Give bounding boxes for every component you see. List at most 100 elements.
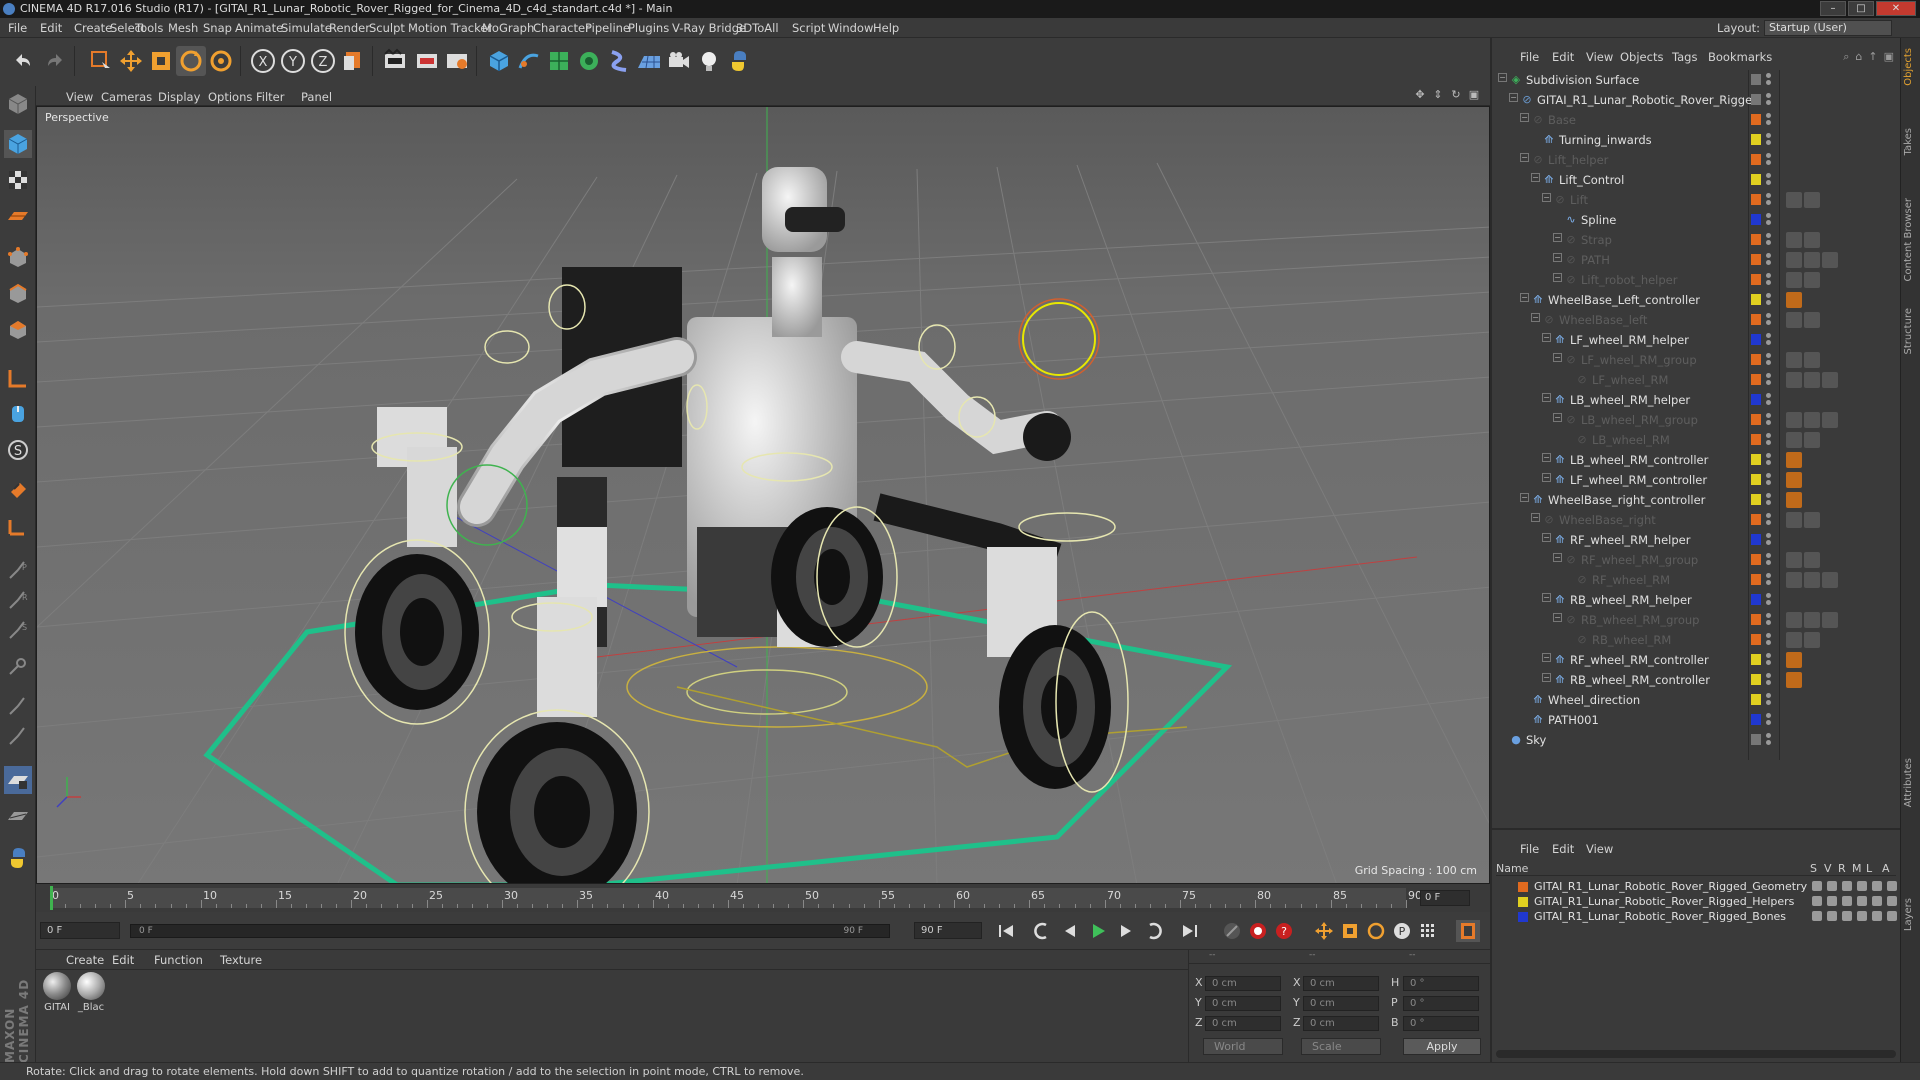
size-y-field[interactable]: 0 cm xyxy=(1303,996,1379,1011)
expand-toggle-icon[interactable]: − xyxy=(1542,673,1551,682)
layer-color-tag[interactable] xyxy=(1751,114,1761,125)
layer-color-tag[interactable] xyxy=(1751,494,1761,505)
object-row[interactable]: − ⊘ GITAI_R1_Lunar_Robotic_Rover_Rigged xyxy=(1492,90,1900,110)
object-row[interactable]: − ⟰ RB_wheel_RM_helper xyxy=(1492,590,1900,610)
layer-color-tag[interactable] xyxy=(1751,134,1761,145)
layer-menu-view[interactable]: View xyxy=(1586,842,1613,856)
tag-icon[interactable] xyxy=(1822,252,1838,268)
tag-icon[interactable] xyxy=(1786,492,1802,508)
object-row[interactable]: − ⟰ RF_wheel_RM_controller xyxy=(1492,650,1900,670)
visibility-dots[interactable] xyxy=(1766,693,1772,707)
object-row[interactable]: − ⟰ Lift_Control xyxy=(1492,170,1900,190)
next-key-icon[interactable] xyxy=(1142,920,1166,942)
visibility-dots[interactable] xyxy=(1766,233,1772,247)
visibility-dots[interactable] xyxy=(1766,453,1772,467)
visibility-dots[interactable] xyxy=(1766,313,1772,327)
tag-icon[interactable] xyxy=(1822,372,1838,388)
expand-toggle-icon[interactable]: − xyxy=(1531,173,1540,182)
side-tab-objects[interactable]: Objects xyxy=(1903,48,1919,86)
pos-x-field[interactable]: 0 cm xyxy=(1205,976,1281,991)
object-row[interactable]: −⟰Wheel_direction xyxy=(1492,690,1900,710)
layer-flag-icon[interactable] xyxy=(1857,881,1867,891)
tag-icon[interactable] xyxy=(1786,352,1802,368)
layout-select[interactable]: Startup (User) xyxy=(1764,20,1892,36)
layer-flag-icon[interactable] xyxy=(1827,881,1837,891)
expand-toggle-icon[interactable]: − xyxy=(1553,553,1562,562)
object-row[interactable]: − ◈ Subdivision Surface xyxy=(1492,70,1900,90)
pos-z-field[interactable]: 0 cm xyxy=(1205,1016,1281,1031)
orbit-icon[interactable]: ↻ xyxy=(1450,89,1462,101)
material-swatch[interactable]: GITAI xyxy=(42,972,72,1016)
visibility-dots[interactable] xyxy=(1766,333,1772,347)
side-tab-takes[interactable]: Takes xyxy=(1903,128,1919,155)
timeline-ruler[interactable]: 0 5 10 15 20 25 30 35 40 45 50 55 60 65 70 75 80 85 90 0 F xyxy=(36,884,1490,912)
object-row[interactable]: − ⊘ LB_wheel_RM_group xyxy=(1492,410,1900,430)
render-view-icon[interactable] xyxy=(380,46,410,76)
play-icon[interactable] xyxy=(1086,920,1110,942)
viewport-menu-filter[interactable]: Filter xyxy=(256,90,284,104)
layer-flag-icon[interactable] xyxy=(1872,911,1882,921)
object-row[interactable]: − ⊘ Lift_helper xyxy=(1492,150,1900,170)
expand-toggle-icon[interactable]: − xyxy=(1520,153,1529,162)
workplane-grid-icon[interactable] xyxy=(4,802,32,830)
points-mode-icon[interactable] xyxy=(4,244,32,272)
scale-icon[interactable] xyxy=(146,46,176,76)
visibility-dots[interactable] xyxy=(1766,613,1772,627)
tag-icon[interactable] xyxy=(1786,312,1802,328)
layer-color-tag[interactable] xyxy=(1751,334,1761,345)
object-row[interactable]: − ⊘ WheelBase_right xyxy=(1492,510,1900,530)
layer-flag-icon[interactable] xyxy=(1812,881,1822,891)
tweak-mode-icon[interactable] xyxy=(4,400,32,428)
pen-spline-icon[interactable] xyxy=(514,46,544,76)
render-settings-icon[interactable] xyxy=(442,46,472,76)
visibility-dots[interactable] xyxy=(1766,573,1772,587)
viewport-menu-cameras[interactable]: Cameras xyxy=(101,90,152,104)
object-menu-bookmarks[interactable]: Bookmarks xyxy=(1708,50,1772,64)
paint-icon-2[interactable]: R xyxy=(4,586,32,614)
deformer-icon[interactable] xyxy=(604,46,634,76)
layer-row[interactable]: GITAI_R1_Lunar_Robotic_Rover_Rigged_Help… xyxy=(1496,895,1897,910)
coordinate-space-dropdown[interactable]: World xyxy=(1203,1038,1283,1055)
layer-menu-file[interactable]: File xyxy=(1520,842,1539,856)
expand-toggle-icon[interactable]: − xyxy=(1509,93,1518,102)
layer-flag-icon[interactable] xyxy=(1857,896,1867,906)
coordinate-system-icon[interactable] xyxy=(338,46,368,76)
object-menu-objects[interactable]: Objects xyxy=(1620,50,1663,64)
start-frame-field[interactable]: 0 F xyxy=(40,922,120,939)
layer-color-tag[interactable] xyxy=(1751,74,1761,85)
tag-icon[interactable] xyxy=(1804,372,1820,388)
y-axis-icon[interactable]: Y xyxy=(278,46,308,76)
render-region-icon[interactable] xyxy=(412,46,442,76)
layer-color-tag[interactable] xyxy=(1751,434,1761,445)
visibility-dots[interactable] xyxy=(1766,213,1772,227)
menu-plugins[interactable]: Plugins xyxy=(628,21,669,35)
workplane-icon[interactable] xyxy=(4,202,32,230)
rotate-icon[interactable] xyxy=(176,46,206,76)
layer-flag-icon[interactable] xyxy=(1887,896,1897,906)
object-row[interactable]: − ⊘ Lift xyxy=(1492,190,1900,210)
visibility-dots[interactable] xyxy=(1766,533,1772,547)
previous-frame-icon[interactable] xyxy=(1058,920,1082,942)
tag-icon[interactable] xyxy=(1786,232,1802,248)
object-row[interactable]: − ⊘ Strap xyxy=(1492,230,1900,250)
z-axis-icon[interactable]: Z xyxy=(308,46,338,76)
tag-icon[interactable] xyxy=(1786,272,1802,288)
tag-icon[interactable] xyxy=(1804,612,1820,628)
object-row[interactable]: ⊘ RB_wheel_RM xyxy=(1492,630,1900,650)
object-row[interactable]: −⟰PATH001 xyxy=(1492,710,1900,730)
timeline-layout-icon[interactable] xyxy=(1456,920,1480,942)
object-row[interactable]: − ⟰ RF_wheel_RM_helper xyxy=(1492,530,1900,550)
python-script-icon[interactable] xyxy=(4,844,32,872)
tag-icon[interactable] xyxy=(1786,252,1802,268)
tag-icon[interactable] xyxy=(1804,512,1820,528)
viewport-menu-panel[interactable]: Panel xyxy=(301,90,332,104)
visibility-dots[interactable] xyxy=(1766,73,1772,87)
paint-icon-5[interactable] xyxy=(4,692,32,720)
layer-color-tag[interactable] xyxy=(1751,294,1761,305)
make-editable-icon[interactable] xyxy=(4,90,32,118)
playhead[interactable] xyxy=(50,886,53,910)
current-frame-field[interactable]: 0 F xyxy=(1420,890,1470,906)
visibility-dots[interactable] xyxy=(1766,393,1772,407)
layer-color-tag[interactable] xyxy=(1751,234,1761,245)
end-frame-field[interactable]: 90 F xyxy=(914,922,982,939)
